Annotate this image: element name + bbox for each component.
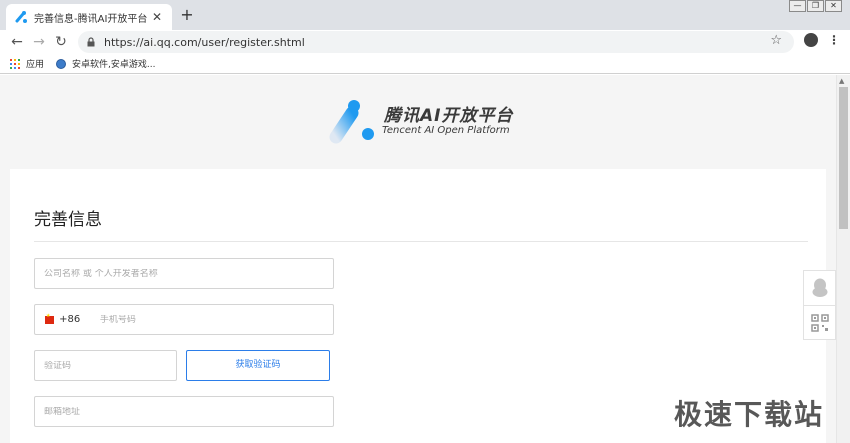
company-name-field bbox=[34, 258, 334, 289]
china-flag-icon[interactable] bbox=[45, 313, 55, 324]
logo-subtitle: Tencent AI Open Platform bbox=[382, 125, 510, 136]
apps-icon bbox=[10, 58, 20, 69]
browser-tab[interactable]: 完善信息-腾讯AI开放平台 ✕ bbox=[6, 4, 172, 30]
email-field bbox=[34, 396, 334, 427]
scroll-up-icon[interactable]: ▲ bbox=[839, 77, 844, 85]
globe-icon bbox=[56, 58, 67, 69]
page-content: 腾讯AI开放平台 Tencent AI Open Platform 完善信息 +… bbox=[0, 75, 836, 443]
close-window-icon[interactable]: ✕ bbox=[825, 0, 842, 12]
tencent-ai-logo[interactable]: 腾讯AI开放平台 Tencent AI Open Platform bbox=[326, 97, 516, 147]
get-code-button[interactable]: 获取验证码 bbox=[186, 350, 330, 381]
phone-input[interactable] bbox=[83, 314, 333, 325]
scroll-thumb[interactable] bbox=[839, 87, 848, 229]
browser-toolbar: ← → ↻ https://ai.qq.com/user/register.sh… bbox=[0, 30, 850, 54]
bookmark-apps[interactable]: 应用 bbox=[10, 57, 44, 70]
page-title: 完善信息 bbox=[34, 210, 102, 230]
page-scrollbar[interactable]: ▲ bbox=[836, 75, 850, 443]
logo-title: 腾讯AI开放平台 bbox=[384, 106, 514, 126]
bookmark-label: 应用 bbox=[26, 60, 45, 70]
bookmark-star-icon[interactable]: ☆ bbox=[770, 33, 782, 48]
forward-icon[interactable]: → bbox=[30, 33, 48, 51]
account-icon[interactable] bbox=[804, 33, 818, 47]
phone-field: +86 bbox=[34, 304, 334, 335]
email-input[interactable] bbox=[35, 406, 333, 417]
new-tab-icon[interactable]: + bbox=[178, 6, 196, 24]
qrcode-button[interactable] bbox=[804, 305, 835, 339]
country-code[interactable]: +86 bbox=[59, 314, 84, 325]
lock-icon bbox=[87, 37, 95, 47]
reload-icon[interactable]: ↻ bbox=[52, 33, 70, 51]
browser-menu-icon[interactable]: ⋮ bbox=[828, 32, 840, 48]
back-icon[interactable]: ← bbox=[8, 33, 26, 51]
qq-contact-button[interactable] bbox=[804, 271, 835, 305]
tab-bar: 完善信息-腾讯AI开放平台 ✕ + — ❐ ✕ bbox=[0, 0, 850, 30]
tab-title: 完善信息-腾讯AI开放平台 bbox=[34, 13, 148, 25]
captcha-field bbox=[34, 350, 177, 381]
tencent-ai-logo-mark bbox=[329, 100, 374, 144]
watermark-text: 极速下载站 bbox=[674, 398, 825, 431]
bookmarks-bar: 应用 安卓软件,安卓游戏... bbox=[0, 54, 850, 74]
qrcode-icon bbox=[810, 313, 829, 332]
title-divider bbox=[34, 241, 808, 242]
window-controls: — ❐ ✕ bbox=[788, 0, 842, 12]
bookmark-site[interactable]: 安卓软件,安卓游戏... bbox=[56, 57, 155, 70]
qq-penguin-icon bbox=[812, 278, 827, 297]
company-name-input[interactable] bbox=[35, 268, 333, 279]
captcha-input[interactable] bbox=[35, 360, 176, 371]
minimize-icon[interactable]: — bbox=[789, 0, 806, 12]
maximize-icon[interactable]: ❐ bbox=[807, 0, 824, 12]
bookmark-label: 安卓软件,安卓游戏... bbox=[72, 60, 156, 70]
tab-close-icon[interactable]: ✕ bbox=[150, 10, 164, 24]
address-bar[interactable]: https://ai.qq.com/user/register.shtml ☆ bbox=[78, 31, 794, 53]
tencent-ai-favicon bbox=[15, 11, 27, 23]
url-text: https://ai.qq.com/user/register.shtml bbox=[104, 35, 305, 49]
floating-side-panel bbox=[803, 270, 836, 340]
